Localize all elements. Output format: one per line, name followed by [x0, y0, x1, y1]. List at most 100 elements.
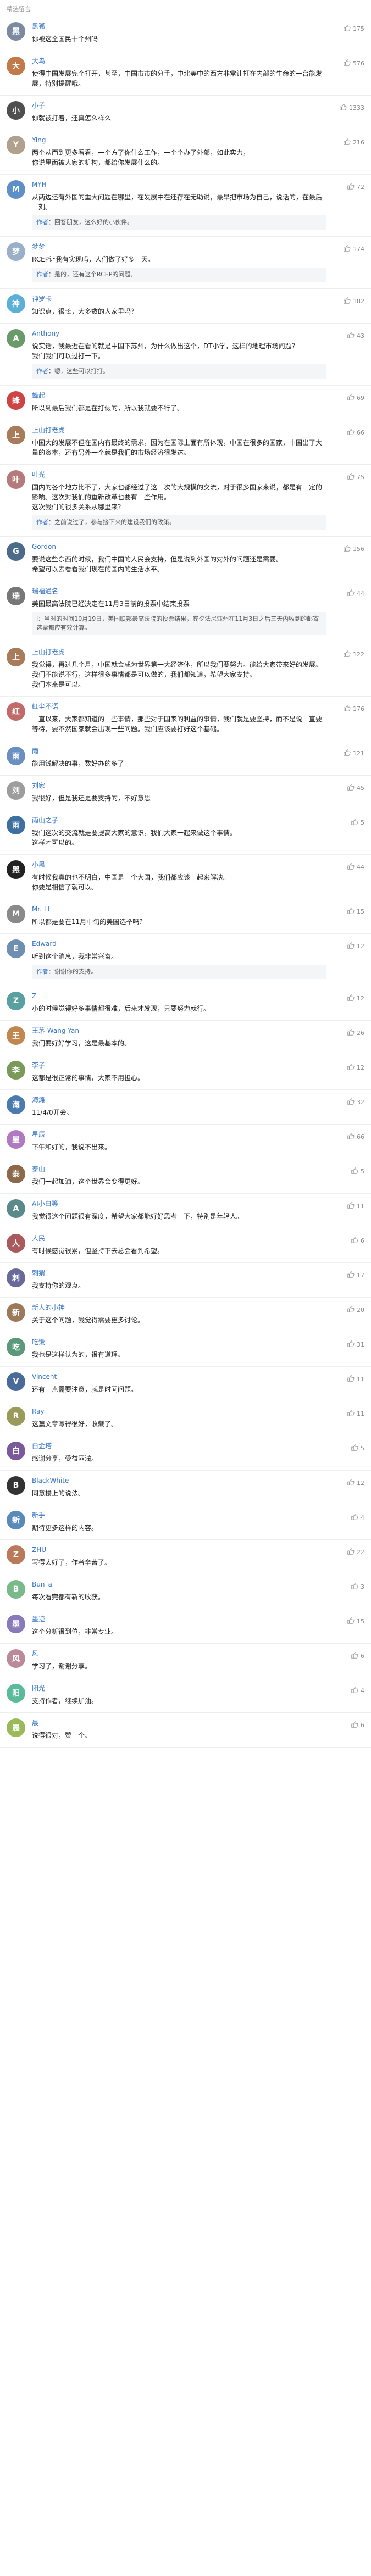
avatar[interactable]: 星: [7, 1130, 25, 1149]
avatar[interactable]: 刺: [7, 1268, 25, 1287]
avatar[interactable]: 海: [7, 1095, 25, 1114]
username[interactable]: 小子: [32, 101, 326, 110]
like-button[interactable]: 15: [347, 1617, 364, 1626]
username[interactable]: 红尘不语: [32, 702, 326, 711]
like-button[interactable]: 176: [343, 704, 364, 714]
like-button[interactable]: 45: [347, 783, 364, 793]
like-button[interactable]: 12: [347, 1478, 364, 1488]
username[interactable]: 泰山: [32, 1165, 326, 1173]
avatar[interactable]: 晨: [7, 1718, 25, 1737]
username[interactable]: 人民: [32, 1234, 326, 1243]
like-button[interactable]: 576: [343, 59, 364, 68]
like-button[interactable]: 175: [343, 24, 364, 34]
avatar[interactable]: 新: [7, 1511, 25, 1529]
avatar[interactable]: 瑞: [7, 587, 25, 605]
like-button[interactable]: 15: [347, 907, 364, 916]
like-button[interactable]: 11: [347, 1201, 364, 1211]
username[interactable]: 雨山之子: [32, 816, 326, 825]
avatar[interactable]: 蜂: [7, 391, 25, 410]
avatar[interactable]: Y: [7, 136, 25, 154]
avatar[interactable]: 刘: [7, 781, 25, 800]
avatar[interactable]: R: [7, 1407, 25, 1426]
like-button[interactable]: 6: [351, 1236, 364, 1245]
like-button[interactable]: 32: [347, 1098, 364, 1107]
like-button[interactable]: 12: [347, 994, 364, 1003]
like-button[interactable]: 31: [347, 1340, 364, 1349]
avatar[interactable]: B: [7, 1476, 25, 1495]
username[interactable]: Bun_a: [32, 1580, 326, 1589]
avatar[interactable]: V: [7, 1372, 25, 1391]
like-button[interactable]: 17: [347, 1271, 364, 1280]
username[interactable]: 黑狐: [32, 22, 326, 31]
avatar[interactable]: 墨: [7, 1615, 25, 1633]
avatar[interactable]: 神: [7, 294, 25, 313]
avatar[interactable]: 新: [7, 1303, 25, 1322]
avatar[interactable]: 吃: [7, 1338, 25, 1356]
avatar[interactable]: 雨: [7, 747, 25, 765]
avatar[interactable]: 人: [7, 1234, 25, 1253]
username[interactable]: Ying: [32, 136, 326, 144]
like-button[interactable]: 11: [347, 1375, 364, 1384]
avatar[interactable]: 风: [7, 1649, 25, 1668]
like-button[interactable]: 1333: [339, 103, 364, 113]
username[interactable]: 墨迹: [32, 1615, 326, 1623]
username[interactable]: 王茅 Wang Yan: [32, 1026, 326, 1035]
username[interactable]: 小黑: [32, 860, 326, 869]
username[interactable]: Gordon: [32, 542, 326, 551]
avatar[interactable]: 泰: [7, 1165, 25, 1183]
avatar[interactable]: 叶: [7, 470, 25, 489]
username[interactable]: 晨: [32, 1718, 326, 1727]
like-button[interactable]: 6: [351, 1651, 364, 1661]
like-button[interactable]: 5: [351, 818, 364, 827]
username[interactable]: 星辰: [32, 1130, 326, 1139]
avatar[interactable]: 上: [7, 426, 25, 444]
like-button[interactable]: 5: [351, 1167, 364, 1176]
avatar[interactable]: E: [7, 939, 25, 958]
username[interactable]: 上山打老虎: [32, 648, 326, 656]
avatar[interactable]: 王: [7, 1026, 25, 1045]
like-button[interactable]: 121: [343, 749, 364, 758]
like-button[interactable]: 6: [351, 1721, 364, 1730]
avatar[interactable]: B: [7, 1580, 25, 1599]
avatar[interactable]: 白: [7, 1442, 25, 1460]
like-button[interactable]: 4: [351, 1513, 364, 1522]
like-button[interactable]: 69: [347, 393, 364, 403]
username[interactable]: 蜂起: [32, 391, 326, 400]
like-button[interactable]: 11: [347, 1409, 364, 1418]
like-button[interactable]: 5: [351, 1444, 364, 1453]
avatar[interactable]: 大: [7, 57, 25, 75]
username[interactable]: BlackWhite: [32, 1476, 326, 1485]
avatar[interactable]: A: [7, 329, 25, 348]
like-button[interactable]: 12: [347, 942, 364, 951]
avatar[interactable]: 红: [7, 702, 25, 721]
like-button[interactable]: 44: [347, 589, 364, 598]
avatar[interactable]: M: [7, 905, 25, 923]
username[interactable]: 叶光: [32, 470, 326, 479]
username[interactable]: 瑞福通名: [32, 587, 326, 596]
username[interactable]: 白金塔: [32, 1442, 326, 1450]
username[interactable]: 新手: [32, 1511, 326, 1520]
avatar[interactable]: G: [7, 542, 25, 561]
username[interactable]: 上山打老虎: [32, 426, 326, 435]
username[interactable]: 阳光: [32, 1684, 326, 1693]
avatar[interactable]: 雨: [7, 816, 25, 834]
username[interactable]: MYH: [32, 180, 326, 189]
username[interactable]: 海滩: [32, 1095, 326, 1104]
username[interactable]: Edward: [32, 939, 326, 948]
username[interactable]: 刘家: [32, 781, 326, 790]
username[interactable]: 神罗卡: [32, 294, 326, 303]
like-button[interactable]: 156: [343, 544, 364, 554]
username[interactable]: Vincent: [32, 1372, 326, 1381]
like-button[interactable]: 4: [351, 1686, 364, 1695]
username[interactable]: 新人的小神: [32, 1303, 326, 1312]
username[interactable]: 吃饭: [32, 1338, 326, 1347]
avatar[interactable]: 李: [7, 1061, 25, 1080]
username[interactable]: 刺猬: [32, 1268, 326, 1277]
username[interactable]: ZHU: [32, 1545, 326, 1554]
like-button[interactable]: 43: [347, 331, 364, 341]
username[interactable]: Z: [32, 992, 326, 1000]
like-button[interactable]: 66: [347, 1132, 364, 1142]
username[interactable]: 大鸟: [32, 57, 326, 65]
like-button[interactable]: 66: [347, 428, 364, 437]
avatar[interactable]: 上: [7, 648, 25, 666]
